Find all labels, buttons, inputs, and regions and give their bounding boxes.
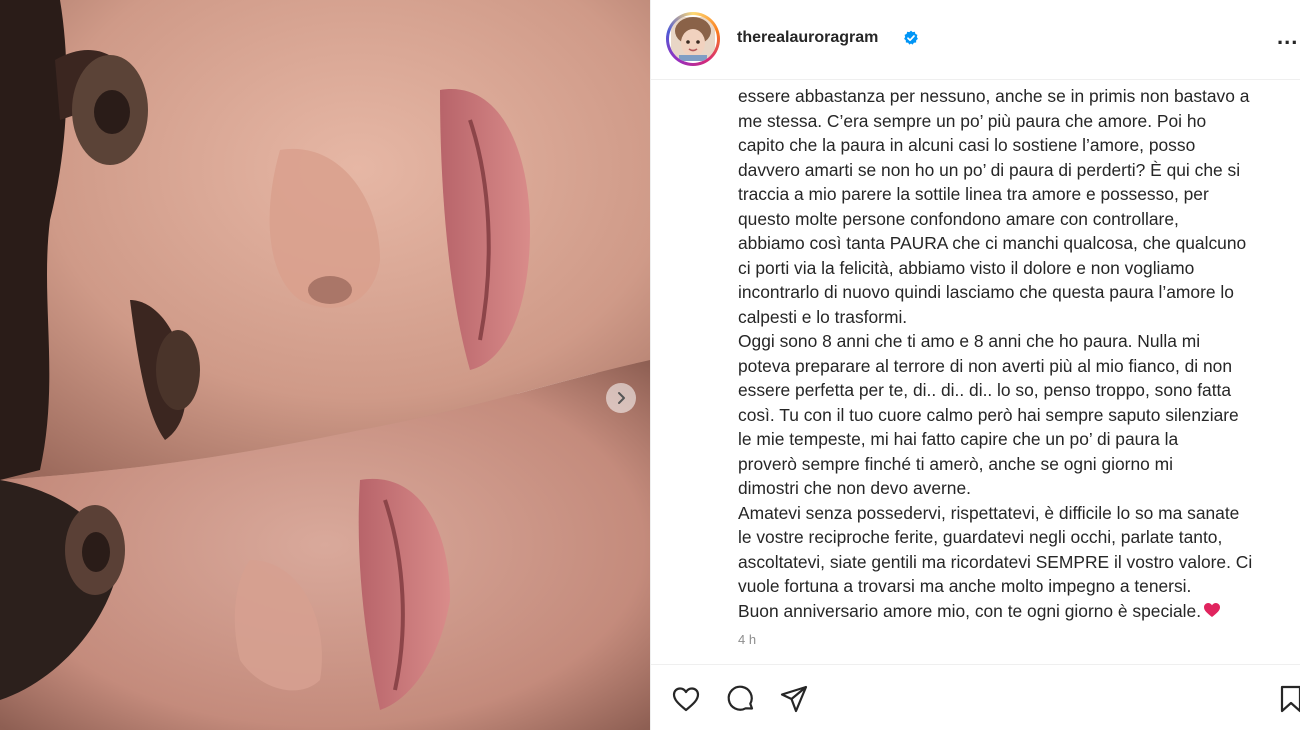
post-timestamp[interactable]: 4 h (738, 632, 756, 647)
verified-badge-icon (904, 30, 918, 45)
caption-line: ci porti via la felicità, abbiamo visto … (738, 257, 1195, 278)
post-photo[interactable] (0, 0, 650, 730)
username-link[interactable]: therealauroragram (737, 29, 878, 47)
caption-line: questo molte persone confondono amare co… (738, 208, 1179, 229)
caption-line: Oggi sono 8 anni che ti amo e 8 anni che… (738, 331, 1201, 351)
caption-line: essere abbastanza per nessuno, anche se … (738, 86, 1250, 106)
chevron-right-icon (618, 392, 625, 404)
post-header: therealauroragram ... (651, 0, 1300, 80)
caption-line: me stessa. C’era sempre un po’ più paura… (738, 110, 1207, 131)
action-bar (651, 664, 1300, 731)
caption-line: abbiamo così tanta PAURA che ci manchi q… (738, 233, 1247, 253)
caption-line: le mie tempeste, mi hai fatto capire che… (738, 429, 1179, 449)
comment-bubble-icon[interactable] (726, 684, 756, 714)
caption-line-last: Buon anniversario amore mio, con te ogni… (738, 599, 1278, 624)
caption-line: incontrarlo di nuovo quindi lasciamo che… (738, 282, 1234, 302)
selfie-photo-illustration (0, 0, 650, 730)
bookmark-icon[interactable] (1279, 684, 1300, 714)
caption-line: proverò sempre finché ti amerò, anche se… (738, 453, 1173, 474)
caption-line: davvero amarti se non ho un po’ di paura… (738, 159, 1241, 180)
caption-line-text: Buon anniversario amore mio, con te ogni… (738, 600, 1202, 621)
caption-line: così. Tu con il tuo cuore calmo però hai… (738, 404, 1239, 425)
post-sidebar: therealauroragram ... essere abbastanza … (650, 0, 1300, 730)
avatar[interactable] (669, 15, 717, 63)
next-photo-button[interactable] (606, 383, 636, 413)
post-caption: essere abbastanza per nessuno, anche se … (738, 84, 1278, 623)
heart-icon[interactable] (671, 684, 701, 714)
red-heart-emoji-icon (1204, 602, 1221, 617)
paper-plane-icon[interactable] (779, 684, 809, 714)
caption-line: ascoltatevi, siate gentili ma ricordatev… (738, 551, 1253, 572)
caption-line: traccia a mio parere la sottile linea tr… (738, 184, 1209, 204)
caption-line: essere perfetta per te, di.. di.. di.. l… (738, 380, 1232, 400)
caption-line: Amatevi senza possedervi, rispettatevi, … (738, 502, 1240, 523)
caption-line: le vostre reciproche ferite, guardatevi … (738, 527, 1223, 547)
caption-line: poteva preparare al terrore di non avert… (738, 355, 1232, 376)
avatar-story-ring[interactable] (666, 12, 720, 66)
caption-line: calpesti e lo trasformi. (738, 306, 908, 327)
caption-line: dimostri che non devo averne. (738, 478, 971, 498)
more-options-button[interactable]: ... (1277, 24, 1298, 50)
caption-line: capito che la paura in alcuni casi lo so… (738, 135, 1196, 155)
caption-line: vuole fortuna a trovarsi ma anche molto … (738, 576, 1192, 596)
avatar-image (671, 17, 715, 61)
